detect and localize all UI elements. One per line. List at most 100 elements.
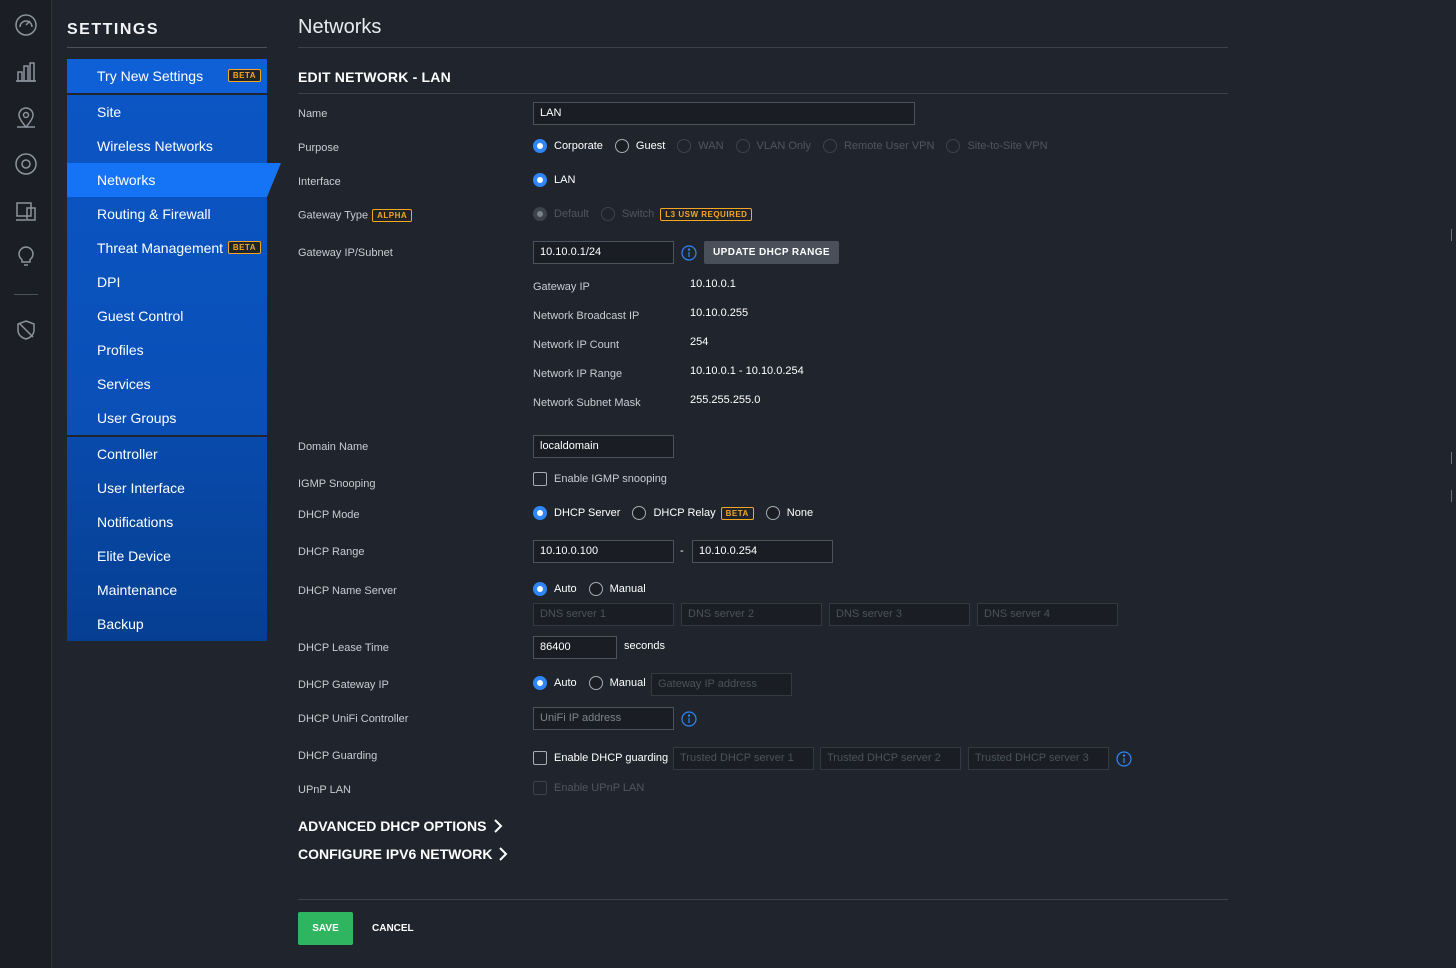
dns-server-3-input[interactable]: DNS server 3	[829, 603, 970, 626]
purpose-option-guest[interactable]: Guest	[614, 139, 665, 153]
chevron-right-icon	[499, 847, 508, 861]
info-icon[interactable]	[681, 245, 697, 261]
igmp-snooping-checkbox-row[interactable]: Enable IGMP snooping	[533, 472, 667, 486]
statistics-icon[interactable]	[14, 60, 38, 84]
interface-option-lan[interactable]: LAN	[533, 173, 575, 187]
clients-icon[interactable]	[14, 199, 38, 223]
trusted-dhcp-server-2-input[interactable]: Trusted DHCP server 2	[820, 747, 961, 770]
purpose-option-site-to-site-vpn[interactable]: Site-to-Site VPN	[946, 139, 1048, 153]
dhcp-mode-option-none[interactable]: None	[765, 506, 813, 520]
footer-divider	[298, 899, 1228, 900]
sidebar-item-user-interface[interactable]: User Interface	[67, 471, 267, 505]
gateway-type-radio-group: Default Switch L3 USW REQUIRED	[533, 207, 753, 221]
sidebar-item-backup[interactable]: Backup	[67, 607, 267, 641]
dhcp-mode-option-server[interactable]: DHCP Server	[533, 506, 620, 520]
sidebar-item-elite-device[interactable]: Elite Device	[67, 539, 267, 573]
domain-name-input[interactable]: localdomain	[533, 435, 674, 458]
dhcp-lease-time-input[interactable]: 86400	[533, 636, 617, 659]
sidebar-item-threat-management[interactable]: Threat Management BETA	[67, 231, 267, 265]
gateway-type-option-switch[interactable]: Switch	[600, 207, 654, 221]
dashboard-icon[interactable]	[14, 13, 38, 37]
sidebar-item-wireless-networks[interactable]: Wireless Networks	[67, 129, 267, 163]
option-label: Remote User VPN	[843, 140, 935, 152]
sidebar-item-label: Wireless Networks	[97, 138, 213, 154]
dhcp-lease-time-label: DHCP Lease Time	[298, 642, 389, 654]
gateway-ip-address-input[interactable]: Gateway IP address	[651, 673, 792, 696]
checkbox-label: Enable IGMP snooping	[554, 473, 667, 485]
scrollbar-marker[interactable]	[1451, 229, 1455, 241]
update-dhcp-range-button[interactable]: UPDATE DHCP RANGE	[704, 241, 839, 264]
option-label: Auto	[554, 583, 577, 595]
sidebar-item-controller[interactable]: Controller	[67, 437, 267, 471]
checkbox-icon[interactable]	[533, 751, 547, 765]
unifi-ip-address-input[interactable]: UniFi IP address	[533, 707, 674, 730]
checkbox-icon[interactable]	[533, 781, 547, 795]
gateway-ip-subnet-label: Gateway IP/Subnet	[298, 247, 393, 259]
dhcp-mode-label: DHCP Mode	[298, 509, 360, 521]
subnet-mask-value: 255.255.255.0	[690, 394, 761, 406]
scrollbar-marker[interactable]	[1451, 452, 1455, 464]
purpose-option-wan[interactable]: WAN	[677, 139, 724, 153]
radio-icon	[588, 676, 603, 690]
sidebar-item-notifications[interactable]: Notifications	[67, 505, 267, 539]
gateway-option-manual[interactable]: Manual	[588, 676, 646, 690]
devices-icon[interactable]	[14, 152, 38, 176]
option-label: LAN	[554, 174, 576, 186]
dhcp-mode-option-relay[interactable]: DHCP Relay BETA	[632, 506, 754, 520]
dhcp-range-label: DHCP Range	[298, 546, 365, 558]
sidebar-item-guest-control[interactable]: Guest Control	[67, 299, 267, 333]
sidebar-item-profiles[interactable]: Profiles	[67, 333, 267, 367]
radio-checked-icon	[533, 506, 547, 520]
scrollbar-marker[interactable]	[1451, 490, 1455, 502]
sidebar-item-try-new-settings[interactable]: Try New Settings BETA	[67, 59, 267, 93]
cancel-button[interactable]: CANCEL	[368, 912, 418, 945]
sidebar-item-dpi[interactable]: DPI	[67, 265, 267, 299]
trusted-dhcp-server-3-input[interactable]: Trusted DHCP server 3	[968, 747, 1109, 770]
dns-server-1-input[interactable]: DNS server 1	[533, 603, 674, 626]
dns-server-4-input[interactable]: DNS server 4	[977, 603, 1118, 626]
sidebar-item-maintenance[interactable]: Maintenance	[67, 573, 267, 607]
info-icon[interactable]	[681, 711, 697, 727]
sidebar-item-label: Backup	[97, 616, 144, 632]
upnp-lan-checkbox-row[interactable]: Enable UPnP LAN	[533, 781, 644, 795]
alpha-badge: ALPHA	[372, 209, 413, 222]
dhcp-name-server-radio-group: Auto Manual	[533, 582, 658, 596]
beta-badge: BETA	[227, 241, 261, 254]
checkbox-icon[interactable]	[533, 472, 547, 486]
purpose-option-remote-user-vpn[interactable]: Remote User VPN	[822, 139, 935, 153]
option-label: Corporate	[554, 140, 603, 152]
map-icon[interactable]	[14, 106, 38, 130]
sidebar-item-site[interactable]: Site	[67, 95, 267, 129]
sidebar-item-label: Services	[97, 376, 151, 392]
radio-checked-icon	[533, 207, 547, 221]
radio-icon	[588, 582, 603, 596]
name-input[interactable]: LAN	[533, 102, 915, 125]
section-divider	[298, 93, 1228, 94]
gateway-option-auto[interactable]: Auto	[533, 676, 577, 690]
sidebar-item-networks[interactable]: Networks	[67, 163, 281, 197]
configure-ipv6-network-expander[interactable]: CONFIGURE IPV6 NETWORK	[298, 846, 508, 862]
insights-icon[interactable]	[14, 244, 38, 268]
sidebar-item-services[interactable]: Services	[67, 367, 267, 401]
dhcp-name-server-label: DHCP Name Server	[298, 585, 397, 597]
trusted-dhcp-server-1-input[interactable]: Trusted DHCP server 1	[673, 747, 814, 770]
advanced-dhcp-options-expander[interactable]: ADVANCED DHCP OPTIONS	[298, 818, 503, 834]
dhcp-range-end-input[interactable]: 10.10.0.254	[692, 540, 833, 563]
dhcp-guarding-checkbox-row[interactable]: Enable DHCP guarding	[533, 751, 668, 765]
purpose-option-vlan-only[interactable]: VLAN Only	[735, 139, 811, 153]
purpose-option-corporate[interactable]: Corporate	[533, 139, 603, 153]
sidebar-item-label: User Interface	[97, 480, 185, 496]
gateway-ip-subnet-input[interactable]: 10.10.0.1/24	[533, 241, 674, 264]
dhcp-gateway-ip-label: DHCP Gateway IP	[298, 679, 389, 691]
gateway-type-option-default[interactable]: Default	[533, 207, 589, 221]
option-label: Site-to-Site VPN	[967, 140, 1048, 152]
dhcp-range-start-input[interactable]: 10.10.0.100	[533, 540, 674, 563]
sidebar-item-user-groups[interactable]: User Groups	[67, 401, 267, 435]
events-icon[interactable]	[14, 318, 38, 342]
save-button[interactable]: SAVE	[298, 912, 353, 945]
dns-server-2-input[interactable]: DNS server 2	[681, 603, 822, 626]
name-server-option-manual[interactable]: Manual	[588, 582, 646, 596]
info-icon[interactable]	[1116, 751, 1132, 767]
name-server-option-auto[interactable]: Auto	[533, 582, 577, 596]
sidebar-item-routing-firewall[interactable]: Routing & Firewall	[67, 197, 267, 231]
